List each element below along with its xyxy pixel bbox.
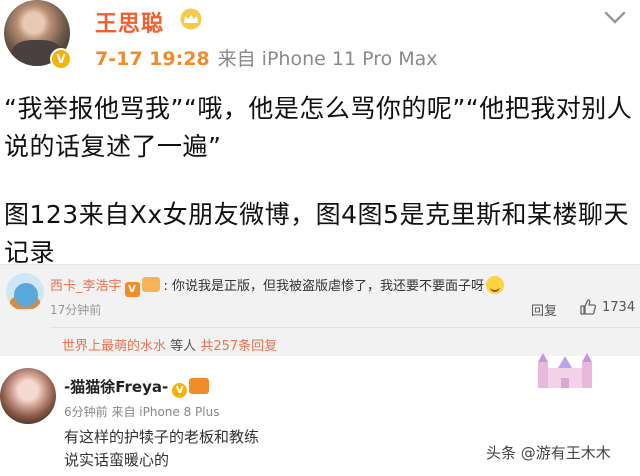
verified-badge: V bbox=[124, 282, 140, 297]
reply-button[interactable]: 回复 bbox=[531, 300, 557, 319]
sub-reply-mid: 等人 bbox=[170, 339, 197, 354]
watermark: 头条 @游有王木木 bbox=[486, 444, 611, 462]
avatar-figure bbox=[14, 283, 38, 307]
verified-badge: V bbox=[50, 48, 72, 70]
weibo-post: V 王思聪 7-17 19:28 来自 iPhone 11 Pro Max “我举… bbox=[0, 0, 640, 267]
commenter-name[interactable]: 西卡_李浩宇 bbox=[50, 279, 122, 294]
divider bbox=[50, 327, 640, 328]
commenter-name-line: -猫猫徐Freya- V bbox=[64, 376, 210, 398]
verified-badge: V bbox=[172, 383, 188, 398]
member-badge-icon bbox=[141, 277, 160, 292]
sub-reply-count[interactable]: 共257条回复 bbox=[200, 339, 277, 354]
comment-time: 17分钟前 bbox=[50, 303, 102, 317]
crown-icon bbox=[180, 8, 202, 30]
comment-text: : 你说我是正版，但我被盗版虐惨了，我还要不要面子呀 bbox=[163, 279, 485, 294]
comment-body: 你说我是正版，但我被盗版虐惨了，我还要不要面子呀 bbox=[172, 279, 485, 294]
comment-text-line2: 说实话蛮暖心的 bbox=[64, 451, 170, 469]
sub-replies-link[interactable]: 世界上最萌的水水 等人 共257条回复 bbox=[62, 335, 277, 354]
like-icon[interactable] bbox=[579, 298, 597, 316]
comment-line: 西卡_李浩宇 V : 你说我是正版，但我被盗版虐惨了，我还要不要面子呀 bbox=[50, 275, 505, 297]
member-badge-icon bbox=[189, 378, 210, 394]
author-name[interactable]: 王思聪 bbox=[95, 6, 164, 38]
commenter-avatar[interactable] bbox=[6, 273, 44, 311]
sub-reply-nick[interactable]: 世界上最萌的水水 bbox=[62, 339, 166, 354]
post-source: 来自 iPhone 11 Pro Max bbox=[217, 48, 438, 70]
chevron-down-icon[interactable] bbox=[603, 10, 627, 26]
castle-icon bbox=[538, 353, 592, 388]
post-time: 7-17 19:28 bbox=[95, 48, 210, 70]
commenter-name[interactable]: -猫猫徐Freya- bbox=[64, 378, 168, 396]
post-meta: 7-17 19:28 来自 iPhone 11 Pro Max bbox=[95, 44, 438, 71]
like-count: 1734 bbox=[602, 300, 636, 315]
post-text-quote: “我举报他骂我”“哦，他是怎么骂你的呢”“他把我对别人说的话复述了一遍” bbox=[4, 94, 633, 161]
post-text-note: 图123来自Xx女朋友微博，图4图5是克里斯和某楼聊天记录 bbox=[4, 200, 629, 267]
comment-text-line1: 有这样的护犊子的老板和教练 bbox=[64, 428, 260, 446]
laughing-emoji-icon bbox=[486, 276, 505, 294]
comment-item: 西卡_李浩宇 V: 你说我是正版，但我被盗版虐惨了，我还要不要面子呀 17分钟前 … bbox=[0, 264, 640, 356]
commenter-avatar[interactable] bbox=[0, 368, 56, 424]
comment-meta: 6分钟前 来自 iPhone 8 Plus bbox=[64, 405, 220, 419]
